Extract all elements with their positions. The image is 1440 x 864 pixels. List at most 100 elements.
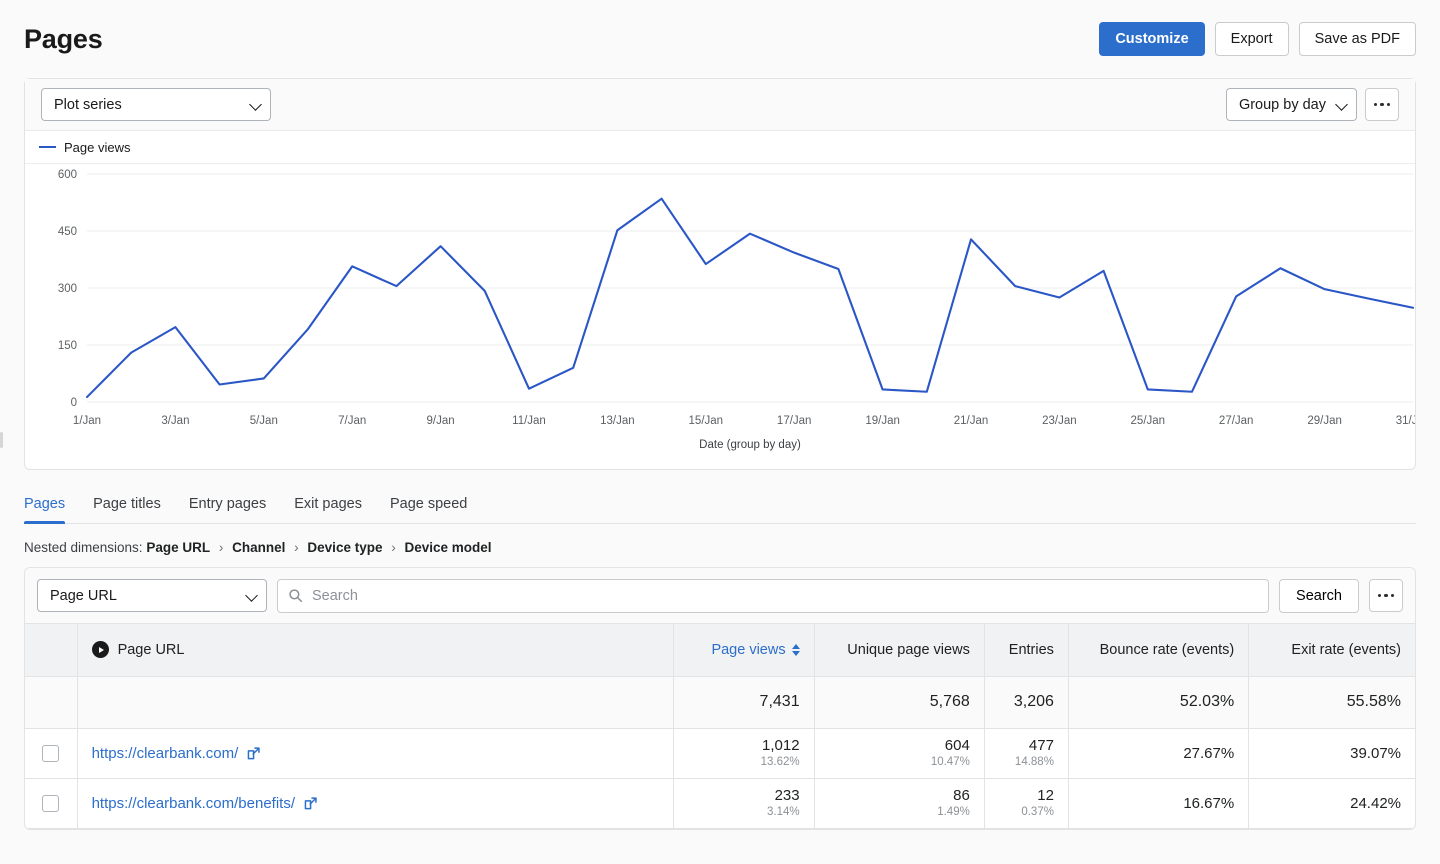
x-axis-tick-label: 31/Jan xyxy=(1396,415,1415,427)
tab-page-speed[interactable]: Page speed xyxy=(376,496,481,523)
header-page-url-label: Page URL xyxy=(117,641,185,658)
row-bounce-rate: 27.67% xyxy=(1068,728,1250,779)
totals-bounce-rate: 52.03% xyxy=(1068,676,1250,729)
search-icon xyxy=(289,589,303,603)
row-unique-page-views-pct: 10.47% xyxy=(930,756,970,769)
nested-dimension-page-url[interactable]: Page URL xyxy=(146,540,210,555)
x-axis-tick-label: 9/Jan xyxy=(427,415,455,427)
header-select-all[interactable] xyxy=(25,624,78,677)
row-url-cell: https://clearbank.com/ xyxy=(77,728,675,779)
header-unique-page-views[interactable]: Unique page views xyxy=(814,624,985,677)
chevron-down-icon xyxy=(249,97,262,111)
row-unique-page-views-pct: 1.49% xyxy=(937,806,970,819)
y-axis-tick-label: 0 xyxy=(71,397,77,409)
dot-icon xyxy=(1384,593,1388,598)
chart-card: Plot series Group by day Page views 0 150… xyxy=(24,78,1416,470)
table-more-actions-button[interactable] xyxy=(1369,579,1403,612)
table-head: Page URL Page views Unique page views En… xyxy=(25,624,1415,677)
nested-dimensions-prefix: Nested dimensions: xyxy=(24,540,143,555)
totals-page-views: 7,431 xyxy=(673,676,815,729)
table-row[interactable]: https://clearbank.com/benefits/ 233 3.14… xyxy=(25,778,1415,829)
nested-dimension-channel[interactable]: Channel xyxy=(232,540,285,555)
export-button[interactable]: Export xyxy=(1214,22,1289,56)
x-axis-tick-label: 29/Jan xyxy=(1307,415,1342,427)
header-page-views-label: Page views xyxy=(711,641,786,658)
page-url-link[interactable]: https://clearbank.com/ xyxy=(92,745,262,762)
expand-rows-icon[interactable] xyxy=(91,641,109,659)
page-header: Pages Customize Export Save as PDF xyxy=(0,0,1440,78)
header-actions: Customize Export Save as PDF xyxy=(1099,22,1416,56)
tab-pages[interactable]: Pages xyxy=(24,496,79,524)
row-page-views-value: 233 xyxy=(774,786,800,804)
report-tabs: Pages Page titles Entry pages Exit pages… xyxy=(24,470,1416,524)
table-toolbar: Page URL Search xyxy=(25,568,1415,624)
y-axis-tick-label: 450 xyxy=(58,226,77,238)
pages-table-card: Page URL Search Page URL xyxy=(24,567,1416,830)
header-page-views[interactable]: Page views xyxy=(673,624,815,677)
header-page-url[interactable]: Page URL xyxy=(77,624,675,677)
x-axis-tick-label: 13/Jan xyxy=(600,415,635,427)
breadcrumb-separator-icon: › xyxy=(218,540,224,555)
dimension-select[interactable]: Page URL xyxy=(37,579,267,612)
dot-icon xyxy=(1380,102,1384,107)
save-as-pdf-button[interactable]: Save as PDF xyxy=(1298,22,1416,56)
breadcrumb-separator-icon: › xyxy=(391,540,396,555)
y-axis-tick-label: 300 xyxy=(58,283,77,295)
row-page-views-value: 1,012 xyxy=(762,736,800,754)
chart-legend[interactable]: Page views xyxy=(25,131,1415,164)
row-bounce-rate: 16.67% xyxy=(1068,778,1250,829)
header-bounce-rate[interactable]: Bounce rate (events) xyxy=(1068,624,1250,677)
plot-series-select[interactable]: Plot series xyxy=(41,88,271,121)
external-link-icon[interactable] xyxy=(303,796,318,811)
row-url-cell: https://clearbank.com/benefits/ xyxy=(77,778,675,829)
nested-dimension-device-model[interactable]: Device model xyxy=(405,540,492,555)
row-entries-pct: 14.88% xyxy=(1014,756,1054,769)
row-entries: 12 0.37% xyxy=(984,778,1069,829)
row-entries: 477 14.88% xyxy=(984,728,1069,779)
x-axis-tick-label: 23/Jan xyxy=(1042,415,1077,427)
search-field[interactable] xyxy=(277,578,1270,613)
row-checkbox-cell xyxy=(25,728,78,779)
external-link-icon[interactable] xyxy=(246,746,261,761)
nested-dimensions: Nested dimensions: Page URL › Channel › … xyxy=(24,524,1416,567)
row-exit-rate: 39.07% xyxy=(1248,728,1415,779)
x-axis-tick-label: 1/Jan xyxy=(73,415,101,427)
totals-unique-page-views: 5,768 xyxy=(814,676,985,729)
nested-dimension-device-type[interactable]: Device type xyxy=(307,540,382,555)
panel-drag-handle[interactable] xyxy=(0,432,3,448)
customize-button[interactable]: Customize xyxy=(1099,22,1205,56)
x-axis-tick-label: 25/Jan xyxy=(1131,415,1166,427)
header-entries[interactable]: Entries xyxy=(984,624,1069,677)
pages-table: Page URL Page views Unique page views En… xyxy=(25,624,1415,829)
row-unique-page-views: 604 10.47% xyxy=(814,728,985,779)
row-checkbox-cell xyxy=(25,778,78,829)
search-button[interactable]: Search xyxy=(1279,578,1359,613)
group-by-label: Group by day xyxy=(1238,96,1326,113)
table-totals-row: 7,431 5,768 3,206 52.03% 55.58% xyxy=(25,676,1415,729)
row-page-views-pct: 3.14% xyxy=(766,806,800,819)
totals-exit-rate: 55.58% xyxy=(1248,676,1415,729)
row-checkbox[interactable] xyxy=(42,744,60,762)
search-input[interactable] xyxy=(312,587,1259,604)
legend-label-page-views: Page views xyxy=(64,139,131,155)
tab-page-titles[interactable]: Page titles xyxy=(79,496,175,523)
page-title: Pages xyxy=(24,23,103,54)
totals-label-cell xyxy=(77,676,675,729)
row-entries-value: 12 xyxy=(1037,786,1054,804)
row-entries-pct: 0.37% xyxy=(1021,806,1054,819)
tab-entry-pages[interactable]: Entry pages xyxy=(175,496,280,523)
row-page-views-pct: 13.62% xyxy=(760,756,800,769)
totals-checkbox-cell xyxy=(25,676,78,729)
y-axis-tick-label: 150 xyxy=(58,340,77,352)
dot-icon xyxy=(1373,102,1378,107)
header-exit-rate[interactable]: Exit rate (events) xyxy=(1248,624,1415,677)
group-by-select[interactable]: Group by day xyxy=(1225,88,1357,121)
table-row[interactable]: https://clearbank.com/ 1,012 13.62% 604 … xyxy=(25,728,1415,779)
page-url-link[interactable]: https://clearbank.com/benefits/ xyxy=(92,795,318,812)
plot-series-label: Plot series xyxy=(54,96,122,113)
sort-arrows-icon[interactable] xyxy=(791,643,800,656)
tab-exit-pages[interactable]: Exit pages xyxy=(280,496,376,523)
chart-more-actions-button[interactable] xyxy=(1365,88,1399,121)
row-entries-value: 477 xyxy=(1028,736,1054,754)
row-checkbox[interactable] xyxy=(42,794,60,812)
